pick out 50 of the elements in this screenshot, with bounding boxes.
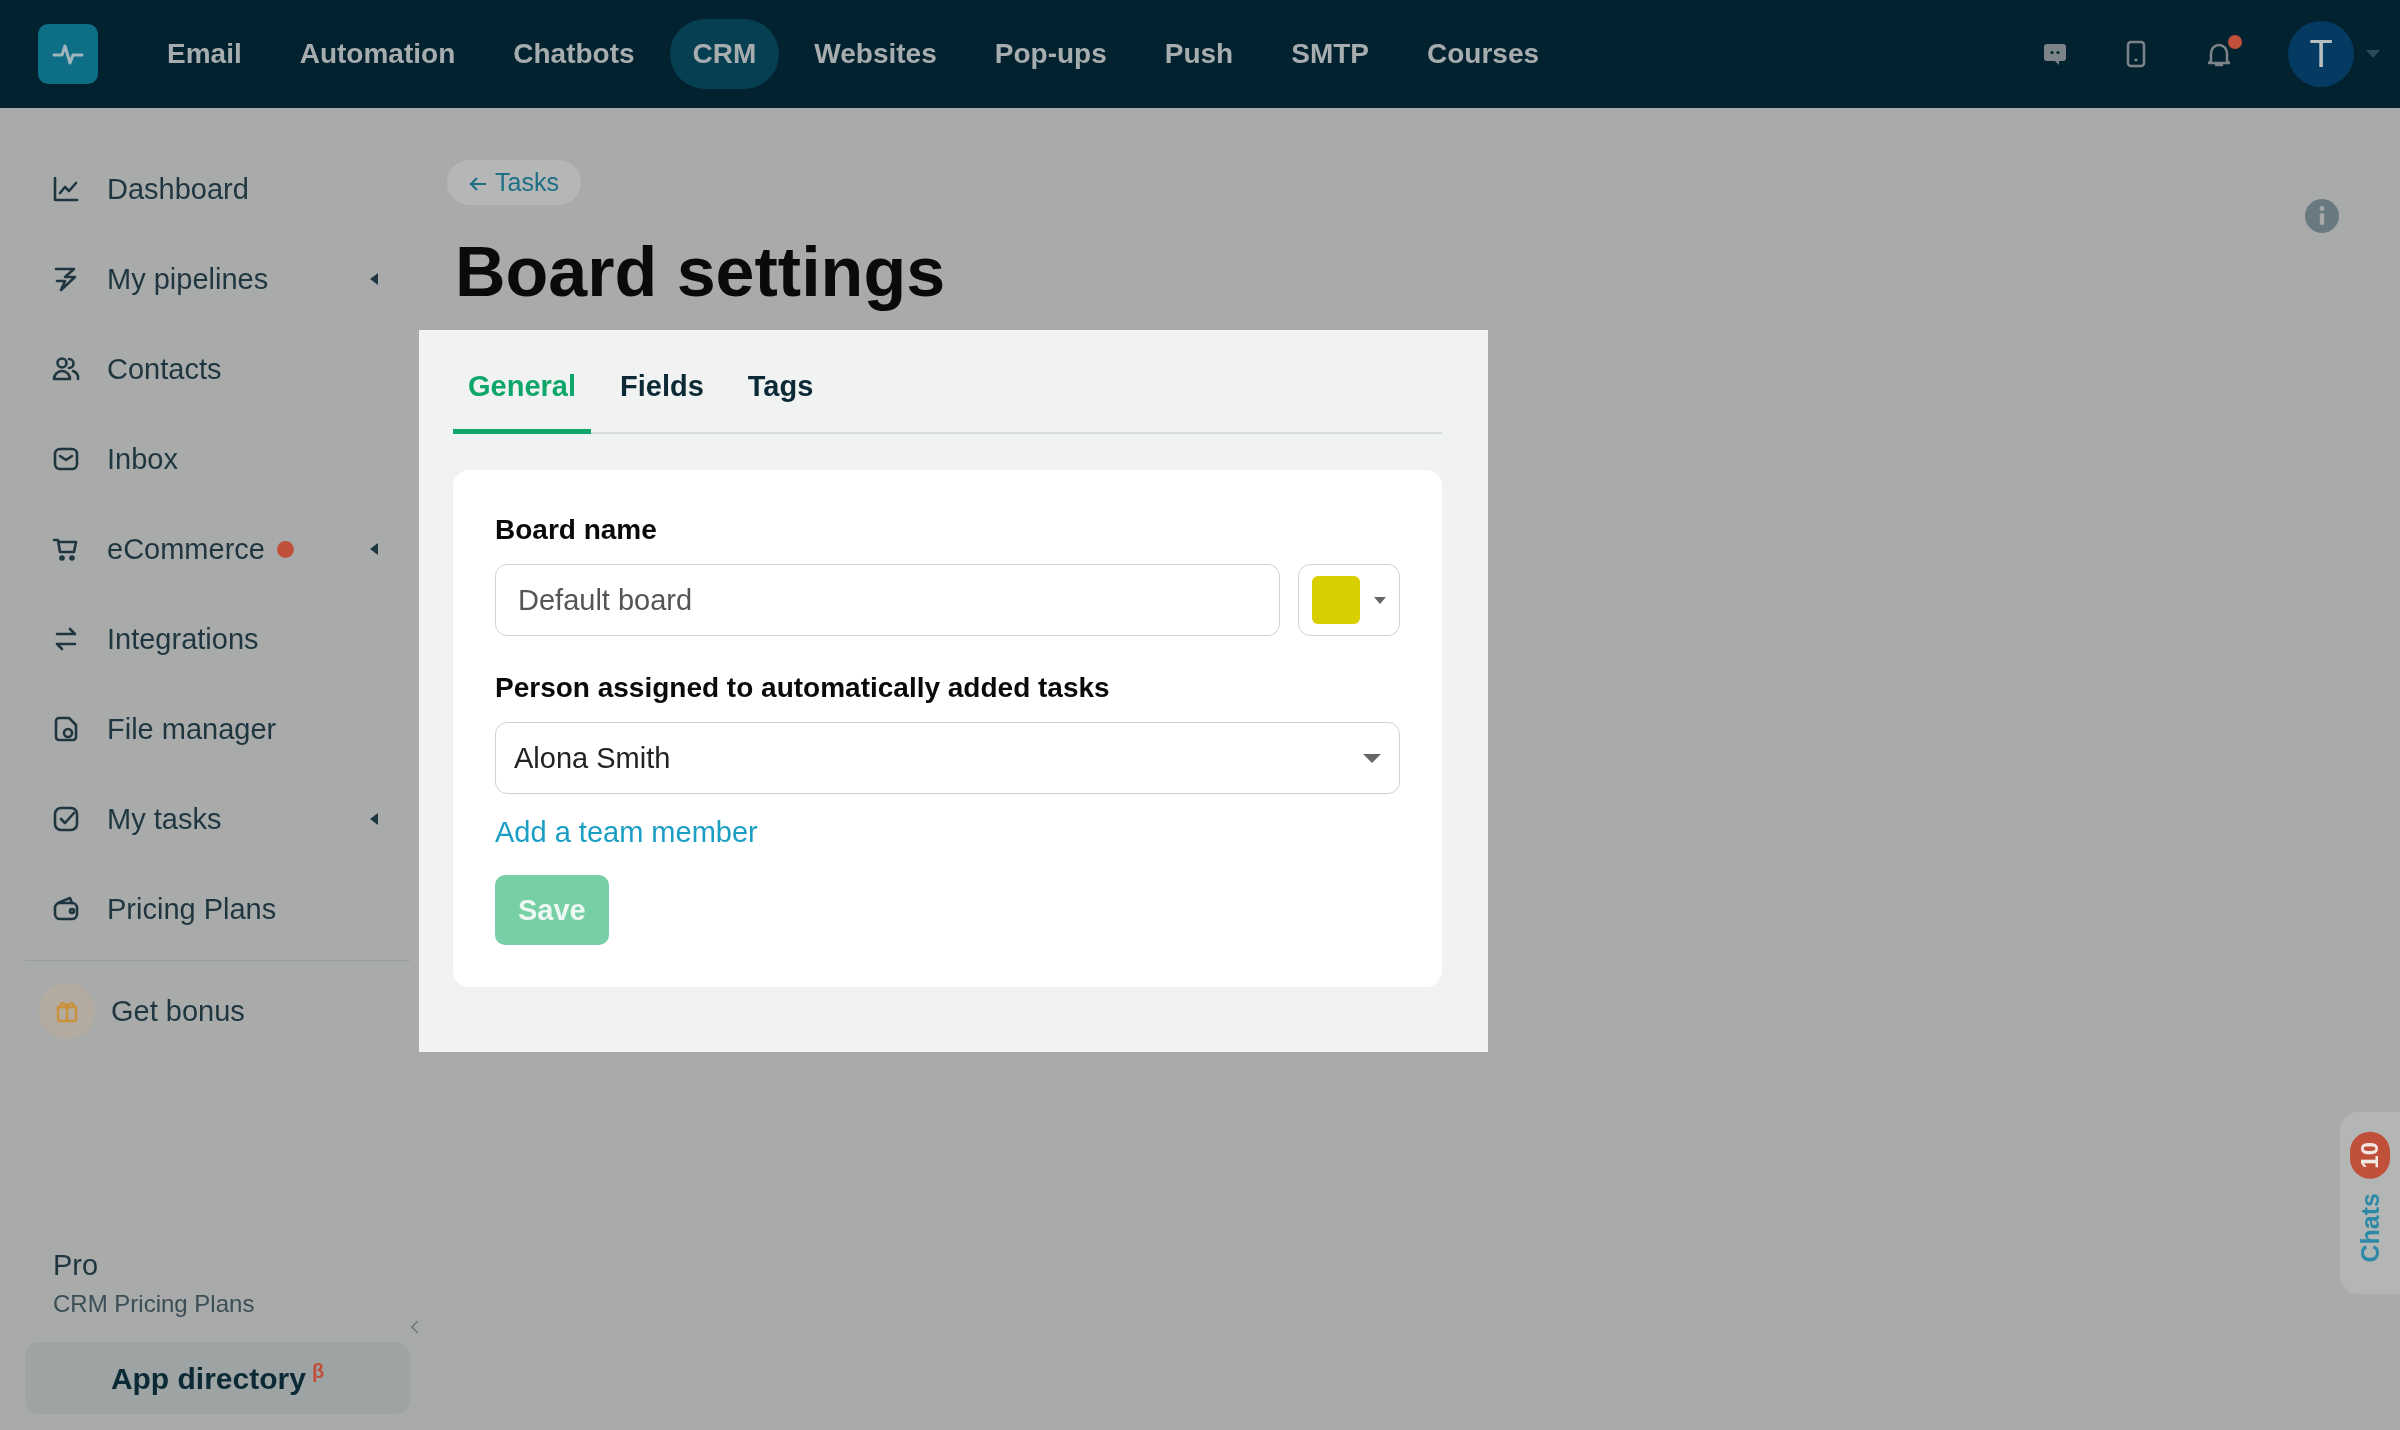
nav-tab[interactable]: Automation [276, 19, 479, 89]
back-arrow-icon [469, 176, 487, 192]
sidebar-item[interactable]: Pricing Plans [25, 864, 410, 954]
nav-tab[interactable]: Courses [1404, 19, 1563, 89]
field-label: Board name [495, 514, 657, 546]
caret-icon [1363, 753, 1381, 763]
sidebar-item[interactable]: Contacts [25, 324, 410, 414]
sidebar-item[interactable]: File manager [25, 684, 410, 774]
caret-icon [370, 273, 378, 285]
app-directory-button[interactable]: App directory $^{β}$ [25, 1342, 410, 1414]
nav-tab[interactable]: Pop-ups [971, 19, 1130, 89]
count-badge: 10 [2350, 1132, 2390, 1179]
sidebar-item[interactable]: Dashboard [25, 144, 410, 234]
plan-name: Pro [52, 1249, 100, 1282]
sidebar-item[interactable]: Integrations [25, 594, 410, 684]
sidebar-item[interactable]: Inbox [25, 414, 410, 504]
nav-tab[interactable]: Chatbots [490, 19, 658, 89]
bonus-item[interactable]: Get bonus [25, 965, 410, 1057]
user-avatar[interactable]: T [2288, 21, 2354, 87]
add-member-link[interactable]: Add a team member [495, 816, 758, 849]
logo-icon[interactable] [38, 24, 98, 84]
field-label: Person assigned to automatically added tasks [495, 672, 1110, 704]
color-picker[interactable] [1298, 564, 1400, 636]
page-title: Board settings [455, 232, 947, 313]
nav-tab[interactable]: Email [144, 19, 265, 89]
nav-tab[interactable]: SMTP [1268, 19, 1392, 89]
caret-icon [370, 813, 378, 825]
chart-icon [51, 174, 81, 204]
color-swatch [1312, 576, 1361, 624]
sidebar-item[interactable]: eCommerce [25, 504, 410, 594]
caret-icon [370, 543, 378, 555]
chat-icon[interactable] [2042, 41, 2068, 67]
tab[interactable]: Tags [732, 346, 829, 434]
pricing-link[interactable]: CRM Pricing Plans [25, 1290, 410, 1318]
back-link[interactable]: Tasks [447, 160, 581, 205]
chats-tab[interactable]: 10 Chats [2340, 1112, 2400, 1294]
tab[interactable]: Fields [605, 346, 719, 434]
assignee-select[interactable]: Alona Smith [495, 722, 1400, 794]
board-name-field[interactable]: Default board [495, 564, 1280, 636]
tab[interactable]: General [453, 346, 591, 434]
sidebar-item[interactable]: My tasks [25, 774, 410, 864]
caret-icon [1373, 596, 1386, 604]
sidebar-item[interactable]: My pipelines [25, 234, 410, 324]
chats-label: Chats [2355, 1192, 2385, 1263]
alert-dot [276, 540, 294, 558]
phone-icon[interactable] [2126, 40, 2146, 68]
nav-tab[interactable]: Websites [791, 19, 960, 89]
nav-tab[interactable]: Push [1141, 19, 1257, 89]
check-icon [51, 804, 81, 834]
nav-tab[interactable]: CRM [669, 19, 780, 89]
